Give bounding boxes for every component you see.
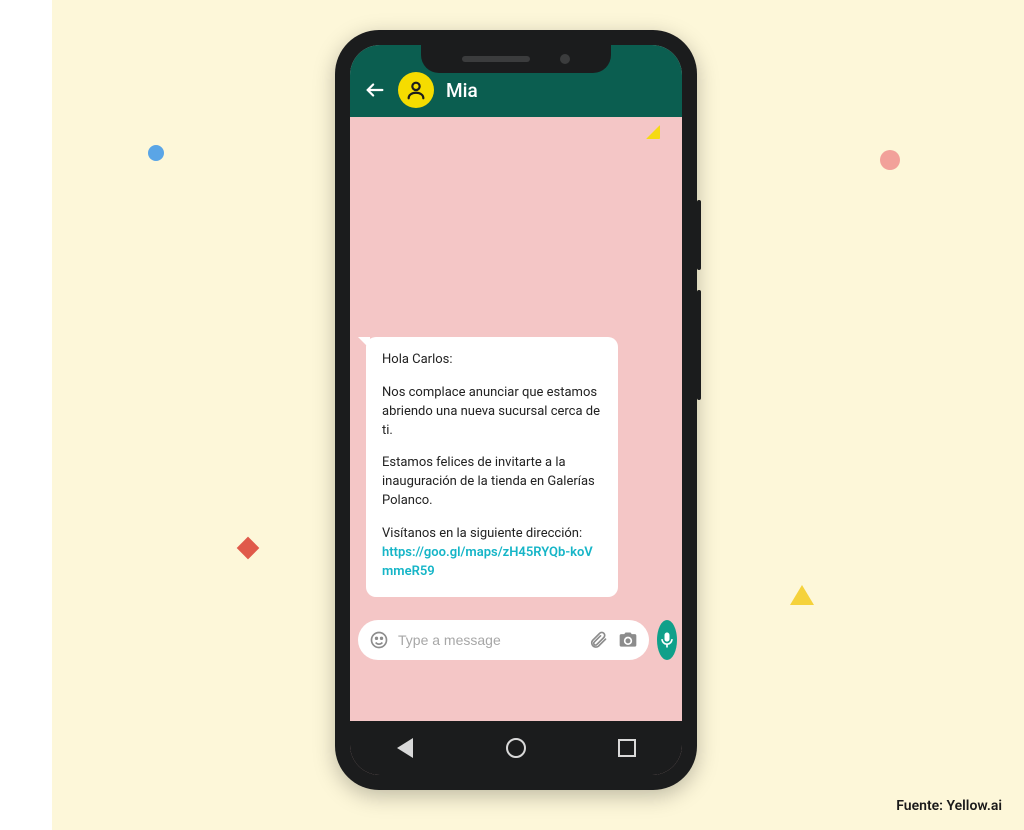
android-nav-bar	[350, 721, 682, 775]
left-white-strip	[0, 0, 52, 830]
phone-screen: Mia Hola Carlos: Nos complace anunciar q…	[350, 45, 682, 775]
message-paragraph-2: Estamos felices de invitarte a la inaugu…	[382, 454, 602, 511]
nav-home-icon[interactable]	[496, 728, 536, 768]
nav-recent-icon[interactable]	[607, 728, 647, 768]
message-paragraph-1: Nos complace anunciar que estamos abrien…	[382, 384, 602, 441]
phone-side-button-1	[697, 200, 701, 270]
message-input-row	[358, 619, 674, 661]
back-arrow-icon[interactable]	[364, 79, 386, 101]
illustration-canvas: Fuente: Yellow.ai Mia Hola Ca	[0, 0, 1024, 830]
phone-notch	[421, 45, 611, 73]
decor-blue-dot	[148, 145, 164, 161]
bg-doodle-icon	[646, 125, 660, 139]
chat-body[interactable]: Hola Carlos: Nos complace anunciar que e…	[350, 117, 682, 721]
message-link-prefix: Visítanos en la siguiente dirección:	[382, 526, 582, 541]
contact-name[interactable]: Mia	[446, 79, 478, 102]
incoming-message-bubble: Hola Carlos: Nos complace anunciar que e…	[366, 337, 618, 597]
notch-speaker	[462, 56, 530, 62]
camera-icon[interactable]	[617, 629, 639, 651]
attachment-icon[interactable]	[587, 629, 609, 651]
nav-back-icon[interactable]	[385, 728, 425, 768]
message-link[interactable]: https://goo.gl/maps/zH45RYQb-koVmmeR59	[382, 545, 593, 579]
notch-camera	[560, 54, 570, 64]
phone-side-button-2	[697, 290, 701, 400]
emoji-icon[interactable]	[368, 629, 390, 651]
message-paragraph-3: Visítanos en la siguiente dirección: htt…	[382, 525, 602, 582]
decor-pink-dot	[880, 150, 900, 170]
source-credit: Fuente: Yellow.ai	[896, 798, 1002, 814]
mic-button[interactable]	[657, 620, 677, 660]
message-input[interactable]	[398, 632, 579, 648]
contact-avatar[interactable]	[398, 72, 434, 108]
decor-red-diamond	[237, 537, 260, 560]
decor-yellow-triangle	[790, 585, 814, 605]
message-greeting: Hola Carlos:	[382, 351, 602, 370]
message-input-pill	[358, 620, 649, 660]
phone-frame: Mia Hola Carlos: Nos complace anunciar q…	[335, 30, 697, 790]
